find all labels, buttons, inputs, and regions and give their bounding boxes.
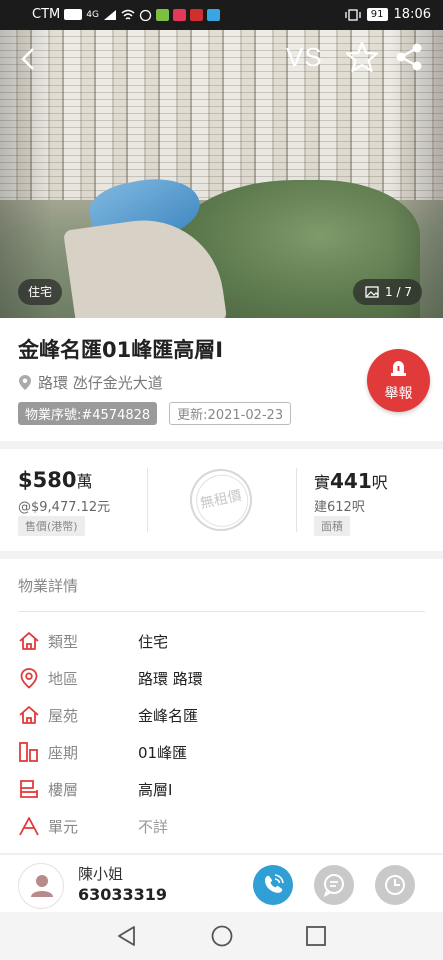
area-prefix: 實 <box>314 473 331 492</box>
chat-button[interactable] <box>314 865 354 905</box>
detail-value: 路環 路環 <box>138 669 203 688</box>
detail-key: 單元 <box>48 817 79 836</box>
detail-value: 住宅 <box>138 632 169 651</box>
detail-value: 高層I <box>138 780 173 799</box>
favorite-button[interactable] <box>345 40 379 74</box>
avatar[interactable] <box>18 863 64 909</box>
unit-price: @$9,477.12元 <box>18 500 111 515</box>
carrier-label: CTM <box>32 7 61 22</box>
share-button[interactable] <box>394 42 424 72</box>
detail-row-estate: 屋苑 金峰名匯 <box>18 703 418 727</box>
image-icon <box>365 286 379 298</box>
home-icon <box>19 632 39 650</box>
property-type-badge: 住宅 <box>18 279 63 305</box>
location-pin-icon <box>20 668 38 689</box>
divider <box>18 611 425 612</box>
clock: 18:06 <box>393 7 431 22</box>
listing-tags: 物業序號:#4574828 更新:2021-02-23 <box>18 402 292 425</box>
estate-icon <box>19 706 39 724</box>
agent-name: 陳小姐 <box>78 865 124 883</box>
status-right: 91 18:06 <box>345 7 431 22</box>
detail-row-floor: 樓層 高層I <box>18 777 418 801</box>
report-label: 舉報 <box>384 386 413 402</box>
listing-address: 路環 氹仔金光大道 <box>18 372 163 393</box>
detail-value: 01峰匯 <box>138 743 188 762</box>
area-unit: 呎 <box>371 473 388 492</box>
updated-badge: 更新:2021-02-23 <box>169 402 292 425</box>
agent-contact-bar: 陳小姐 63033319 <box>0 855 443 912</box>
property-photo[interactable]: VS 住宅 1 / 7 <box>0 30 443 318</box>
star-icon <box>345 41 379 73</box>
listing-title: 金峰名匯01峰匯高層I <box>18 338 224 362</box>
share-icon <box>396 43 422 71</box>
section-divider <box>0 551 443 559</box>
alarm-icon <box>391 361 406 376</box>
area-value: 441 <box>330 469 372 493</box>
square-recents-icon <box>306 926 326 946</box>
building-block-icon <box>19 742 38 762</box>
detail-value: 金峰名匯 <box>138 706 199 725</box>
photo-counter[interactable]: 1 / 7 <box>353 279 422 305</box>
agent-phone[interactable]: 63033319 <box>78 885 167 904</box>
detail-value: 不詳 <box>138 817 169 836</box>
detail-row-district: 地區 路環 路環 <box>18 666 418 690</box>
detail-key: 屋苑 <box>48 706 79 725</box>
history-button[interactable] <box>375 865 415 905</box>
chat-bubble-icon <box>323 874 344 898</box>
photo-counter-text: 1 / 7 <box>385 285 412 299</box>
detail-key: 地區 <box>48 669 79 688</box>
address-text: 路環 氹仔金光大道 <box>38 374 163 392</box>
app-icon-red-2 <box>189 8 203 21</box>
clock-icon <box>385 875 405 895</box>
price-amount: $580 <box>18 468 77 492</box>
wifi-icon <box>121 9 135 20</box>
detail-key: 樓層 <box>48 780 79 799</box>
phone-icon <box>264 874 284 893</box>
back-button[interactable] <box>14 44 44 74</box>
details-section-title: 物業詳情 <box>18 577 79 595</box>
price-label: 售價(港幣) <box>18 516 85 536</box>
report-button[interactable]: 舉報 <box>367 349 430 412</box>
app-icon-red <box>172 8 186 21</box>
app-icon-blue <box>206 8 220 21</box>
divider <box>147 468 148 532</box>
price-unit: 萬 <box>76 472 93 491</box>
floor-icon <box>20 780 38 798</box>
person-icon <box>31 875 53 897</box>
detail-row-block: 座期 01峰匯 <box>18 740 418 764</box>
unit-icon <box>19 817 39 836</box>
area-display: 實441呎 <box>314 469 388 493</box>
nav-recents-button[interactable] <box>304 924 328 948</box>
detail-row-unit: 單元 不詳 <box>18 814 418 838</box>
detail-key: 類型 <box>48 632 79 651</box>
compare-button[interactable]: VS <box>286 42 323 73</box>
call-button[interactable] <box>253 865 293 905</box>
price-display: $580萬 <box>18 468 92 492</box>
vibrate-icon <box>345 8 361 21</box>
location-pin-icon <box>19 375 31 390</box>
area-label: 面積 <box>314 516 350 536</box>
network-label: 4G <box>86 9 99 20</box>
listing-id-badge: 物業序號:#4574828 <box>18 402 158 425</box>
cat-icon <box>139 9 152 21</box>
circle-home-icon <box>211 925 233 947</box>
volte-icon <box>64 9 83 20</box>
battery-indicator: 91 <box>366 8 388 21</box>
system-nav-bar <box>0 912 443 960</box>
status-bar: CTM 4G 91 18:06 <box>0 0 443 30</box>
chevron-left-icon <box>21 48 34 70</box>
detail-row-type: 類型 住宅 <box>18 629 418 653</box>
detail-key: 座期 <box>48 743 79 762</box>
no-rent-stamp: 無租價 <box>184 463 258 537</box>
section-divider <box>0 441 443 449</box>
triangle-back-icon <box>118 926 135 946</box>
app-icon-green <box>155 8 169 21</box>
nav-back-button[interactable] <box>115 924 139 948</box>
nav-home-button[interactable] <box>210 924 234 948</box>
status-left: CTM 4G <box>32 7 220 22</box>
divider <box>296 468 297 532</box>
built-area: 建612呎 <box>314 500 365 515</box>
signal-icon <box>103 9 116 20</box>
